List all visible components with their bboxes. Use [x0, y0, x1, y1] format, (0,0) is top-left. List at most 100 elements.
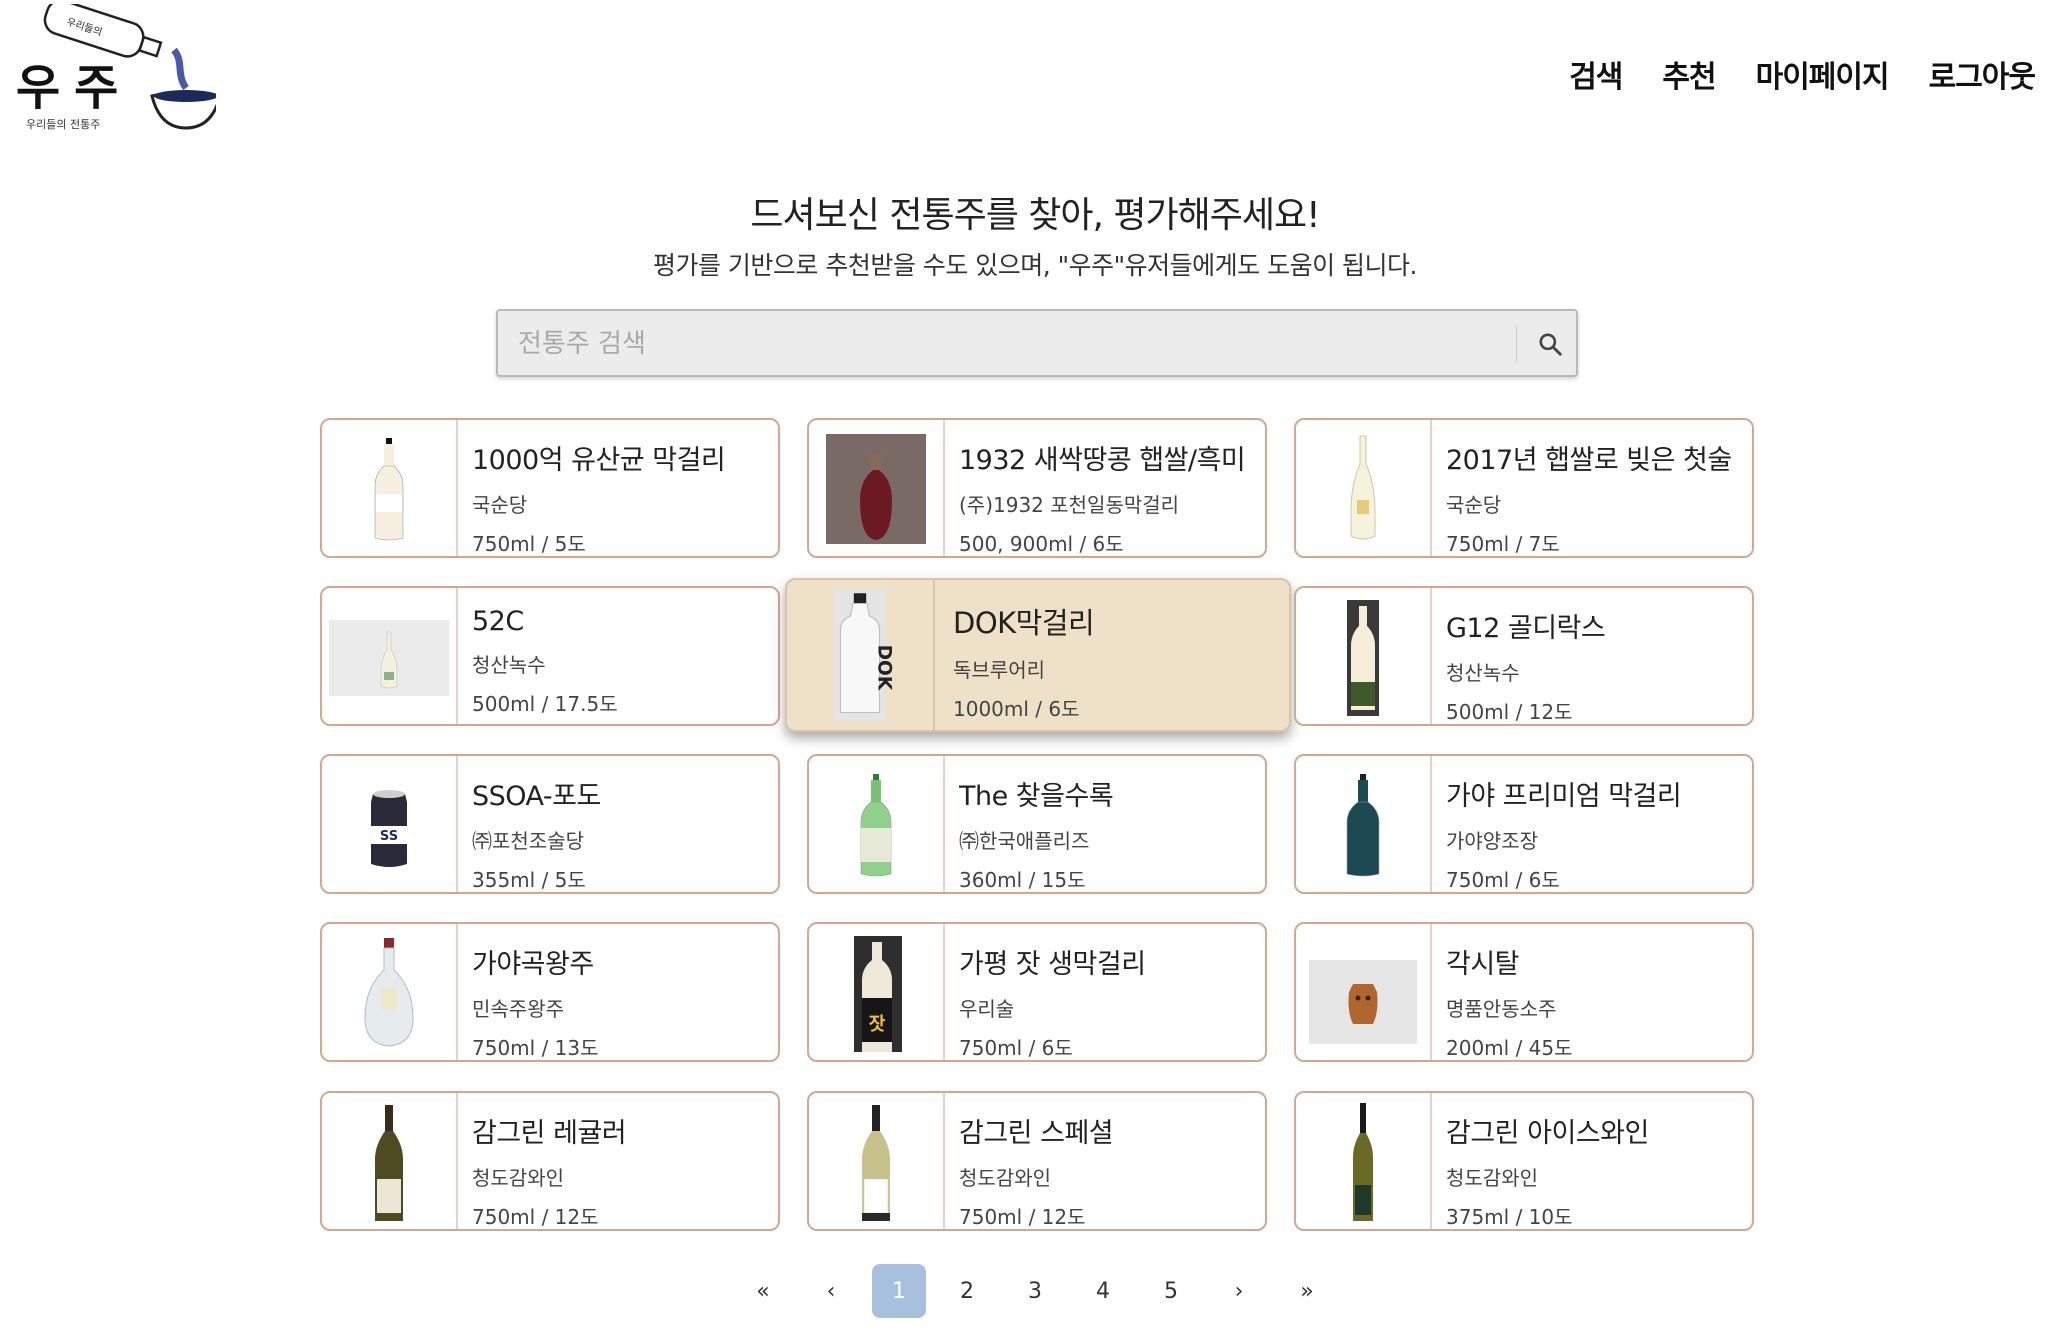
product-brewery: 청도감와인 — [1446, 1166, 1538, 1190]
product-card[interactable]: The 찾을수록 ㈜한국애플리즈 360ml / 15도 — [807, 754, 1267, 894]
product-info: 감그린 레귤러청도감와인 750ml / 12도 — [472, 1111, 768, 1229]
product-name: 감그린 레귤러 — [472, 1118, 627, 1149]
bottle-icon — [826, 434, 926, 544]
product-card[interactable]: 2017년 햅쌀로 빚은 첫술 국순당 750ml / 7도 — [1294, 418, 1754, 558]
product-card[interactable]: 감그린 레귤러청도감와인 750ml / 12도 — [320, 1091, 780, 1231]
product-brewery: 청도감와인 — [472, 1166, 564, 1190]
product-name: 감그린 스페셜 — [959, 1118, 1114, 1149]
search-button[interactable] — [1524, 315, 1576, 373]
page-number-button[interactable]: 2 — [940, 1264, 994, 1318]
product-image: DOK — [787, 580, 935, 730]
bottle-icon — [1346, 774, 1380, 877]
product-card[interactable]: 1000억 유산균 막걸리 국순당 750ml / 5도 — [320, 418, 780, 558]
product-card[interactable]: 가야 프리미엄 막걸리 가야양조장 750ml / 6도 — [1294, 754, 1754, 894]
bottle-icon — [860, 774, 892, 877]
product-name: 가야곡왕주 — [472, 949, 594, 980]
product-image — [1296, 1093, 1432, 1229]
product-spec: 750ml / 12도 — [959, 1205, 1086, 1229]
product-brewery: 명품안동소주 — [1446, 997, 1557, 1021]
page-number-button[interactable]: 4 — [1076, 1264, 1130, 1318]
product-spec: 750ml / 13도 — [472, 1036, 599, 1060]
product-card[interactable]: 가야곡왕주 민속주왕주 750ml / 13도 — [320, 922, 780, 1062]
product-brewery: 우리술 — [959, 997, 1015, 1021]
bottle-icon — [1350, 435, 1376, 540]
product-brewery: 국순당 — [472, 493, 528, 517]
product-info: The 찾을수록 ㈜한국애플리즈 360ml / 15도 — [959, 774, 1255, 892]
product-name: 가야 프리미엄 막걸리 — [1446, 781, 1682, 812]
nav-mypage[interactable]: 마이페이지 — [1756, 52, 1890, 96]
product-name: The 찾을수록 — [959, 781, 1114, 812]
product-card[interactable]: 1932 새싹땅콩 햅쌀/흑미 (주)1932 포천일동막걸리 500, 900ml… — [807, 418, 1267, 558]
product-spec: 355ml / 5도 — [472, 868, 586, 892]
product-spec: 500ml / 17.5도 — [472, 692, 618, 716]
bottle-icon: DOK — [834, 589, 895, 721]
svg-text:SS: SS — [380, 829, 398, 844]
product-name: 1000억 유산균 막걸리 — [472, 445, 726, 476]
bottle-icon — [374, 438, 404, 541]
product-card[interactable]: G12 골디락스 청산녹수 500ml / 12도 — [1294, 586, 1754, 726]
product-info: G12 골디락스 청산녹수 500ml / 12도 — [1446, 606, 1742, 724]
page-number-button[interactable]: 3 — [1008, 1264, 1062, 1318]
product-card[interactable]: DOK DOK막걸리 독브루어리 1000ml / 6도 — [785, 578, 1291, 732]
page-prev-button[interactable]: ‹ — [804, 1264, 858, 1318]
nav-recommend[interactable]: 추천 — [1662, 52, 1716, 96]
product-spec: 1000ml / 6도 — [953, 697, 1080, 721]
pagination: « ‹ 1 2 3 4 5 › » — [0, 1264, 2070, 1318]
product-info: 감그린 아이스와인 청도감와인 375ml / 10도 — [1446, 1111, 1742, 1229]
bottle-icon — [1353, 1103, 1373, 1221]
product-spec: 360ml / 15도 — [959, 868, 1086, 892]
product-info: 1000억 유산균 막걸리 국순당 750ml / 5도 — [472, 438, 768, 556]
product-name: 52C — [472, 606, 524, 637]
product-card[interactable]: 감그린 아이스와인 청도감와인 375ml / 10도 — [1294, 1091, 1754, 1231]
product-brewery: ㈜포천조술당 — [472, 829, 584, 853]
search-bar — [496, 309, 1578, 377]
product-image: 잣 — [809, 924, 945, 1060]
product-name: 감그린 아이스와인 — [1446, 1118, 1649, 1149]
product-image — [1296, 924, 1432, 1060]
bottle-icon: SS — [371, 790, 407, 867]
product-name: G12 골디락스 — [1446, 613, 1606, 644]
product-image — [1296, 588, 1432, 724]
product-info: 가야 프리미엄 막걸리 가야양조장 750ml / 6도 — [1446, 774, 1742, 892]
product-brewery: 청산녹수 — [1446, 661, 1520, 685]
bottle-icon — [1309, 960, 1417, 1044]
main-nav: 검색 추천 마이페이지 로그아웃 — [1569, 52, 2036, 96]
search-icon — [1539, 333, 1562, 356]
product-card[interactable]: 각시탈 명품안동소주 200ml / 45도 — [1294, 922, 1754, 1062]
product-info: 2017년 햅쌀로 빚은 첫술 국순당 750ml / 7도 — [1446, 438, 1742, 556]
page-number-button[interactable]: 1 — [872, 1264, 926, 1318]
product-name: 가평 잣 생막걸리 — [959, 949, 1146, 980]
product-info: 1932 새싹땅콩 햅쌀/흑미 (주)1932 포천일동막걸리 500, 900ml… — [959, 438, 1255, 556]
bottle-icon — [375, 1105, 403, 1221]
page-first-button[interactable]: « — [736, 1264, 790, 1318]
product-info: 가평 잣 생막걸리우리술 750ml / 6도 — [959, 942, 1255, 1060]
search-input[interactable] — [518, 321, 1498, 367]
product-image — [1296, 420, 1432, 556]
product-spec: 750ml / 12도 — [472, 1205, 599, 1229]
page-number-button[interactable]: 5 — [1144, 1264, 1198, 1318]
logo-text: 우주 — [16, 60, 132, 116]
page-next-button[interactable]: › — [1212, 1264, 1266, 1318]
bottle-icon — [329, 620, 449, 696]
product-image — [322, 1093, 458, 1229]
site-logo[interactable]: 우리들의 우주 우리들의 전통주 — [16, 0, 222, 134]
product-card[interactable]: 잣 가평 잣 생막걸리우리술 750ml / 6도 — [807, 922, 1267, 1062]
product-spec: 750ml / 6도 — [959, 1036, 1073, 1060]
product-card[interactable]: 감그린 스페셜 청도감와인 750ml / 12도 — [807, 1091, 1267, 1231]
product-brewery: 독브루어리 — [953, 658, 1045, 682]
bottle-icon — [862, 1105, 890, 1221]
product-card[interactable]: 52C 청산녹수 500ml / 17.5도 — [320, 586, 780, 726]
nav-logout[interactable]: 로그아웃 — [1929, 52, 2036, 96]
product-card[interactable]: SS SSOA-포도 ㈜포천조술당 355ml / 5도 — [320, 754, 780, 894]
product-name: 1932 새싹땅콩 햅쌀/흑미 — [959, 445, 1246, 476]
page-last-button[interactable]: » — [1280, 1264, 1334, 1318]
product-brewery: ㈜한국애플리즈 — [959, 829, 1090, 853]
page-subline: 평가를 기반으로 추천받을 수도 있으며, "우주"유저들에게도 도움이 됩니다… — [652, 251, 1418, 280]
svg-text:DOK: DOK — [874, 645, 895, 691]
bottle-icon — [1347, 600, 1379, 716]
nav-search[interactable]: 검색 — [1569, 52, 1623, 96]
product-image — [322, 588, 458, 724]
product-name: SSOA-포도 — [472, 781, 601, 812]
product-image — [809, 1093, 945, 1229]
product-image — [809, 756, 945, 892]
